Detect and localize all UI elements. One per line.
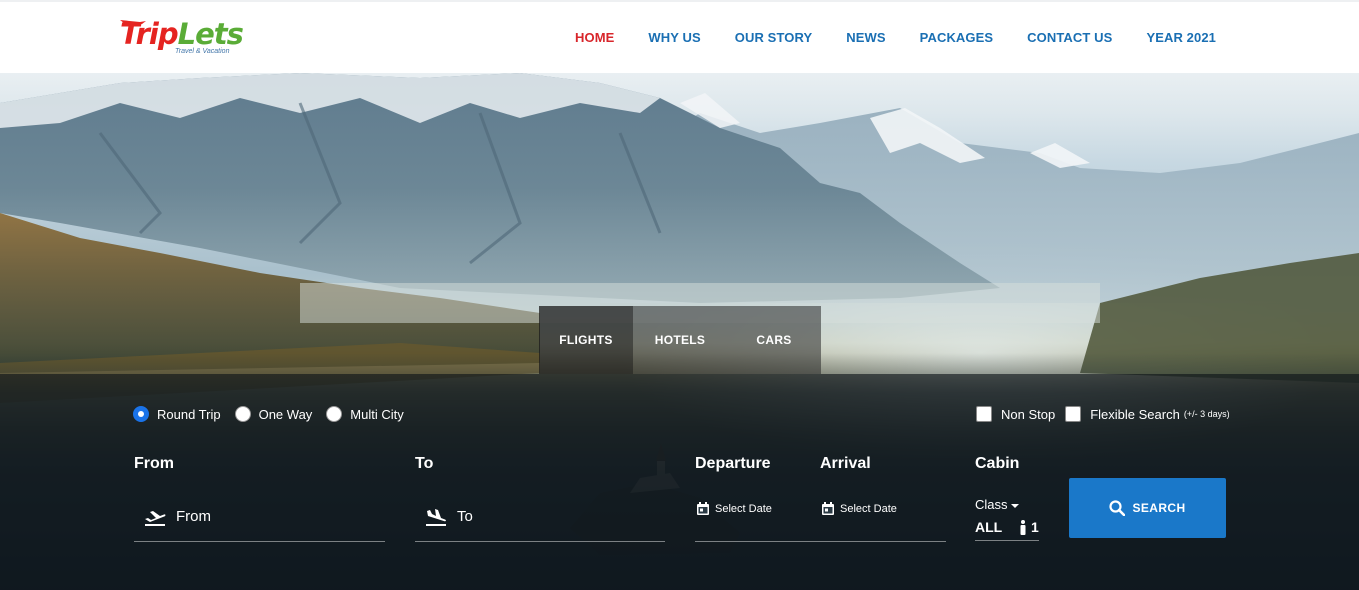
plane-takeoff-icon (145, 510, 166, 526)
logo-trip: Trip (120, 17, 179, 51)
logo-tagline: Travel & Vacation (175, 48, 230, 55)
logo-lets: Lets (177, 17, 244, 51)
nav-home[interactable]: HOME (575, 30, 614, 45)
departure-label: Departure (695, 455, 771, 472)
person-icon (1020, 520, 1026, 535)
checkbox-non-stop-control[interactable] (976, 406, 992, 422)
radio-round-trip-control[interactable] (133, 406, 149, 422)
departure-date-field[interactable]: Select Date (697, 502, 772, 515)
date-fields-underline (695, 492, 946, 542)
from-input[interactable]: From (176, 508, 211, 525)
radio-round-trip-label: Round Trip (157, 406, 221, 422)
trip-type-group: Round Trip One Way Multi City (133, 406, 418, 422)
site-header: TripLets Travel & Vacation HOME WHY US O… (0, 0, 1359, 73)
arrival-date-input[interactable]: Select Date (840, 503, 897, 515)
nav-year-2021[interactable]: YEAR 2021 (1146, 30, 1216, 45)
radio-multi-city[interactable]: Multi City (326, 406, 404, 422)
from-field[interactable]: From (134, 492, 385, 542)
calendar-icon (822, 502, 834, 515)
to-label: To (415, 455, 434, 472)
search-tabs: FLIGHTS HOTELS CARS (539, 306, 821, 374)
checkbox-flexible-control[interactable] (1065, 406, 1082, 422)
search-button-label: SEARCH (1132, 501, 1186, 515)
arrival-label: Arrival (820, 455, 871, 472)
calendar-icon (697, 502, 709, 515)
radio-multi-city-label: Multi City (350, 406, 404, 422)
nav-contact-us[interactable]: CONTACT US (1027, 30, 1112, 45)
class-value: ALL (975, 519, 1003, 535)
nav-news[interactable]: NEWS (846, 30, 885, 45)
cabin-selector[interactable]: Class ALL 1 (975, 497, 1039, 541)
tab-hotels[interactable]: HOTELS (633, 306, 727, 374)
search-button[interactable]: SEARCH (1069, 478, 1226, 538)
to-field[interactable]: To (415, 492, 665, 542)
cabin-label: Cabin (975, 455, 1020, 472)
radio-multi-city-control[interactable] (326, 406, 343, 422)
caret-down-icon (1010, 503, 1019, 508)
tab-flights[interactable]: FLIGHTS (539, 306, 633, 374)
passenger-count[interactable]: 1 (1031, 519, 1039, 535)
checkbox-non-stop-label: Non Stop (1001, 406, 1056, 422)
nav-why-us[interactable]: WHY US (648, 30, 700, 45)
radio-one-way-label: One Way (258, 406, 313, 422)
nav-packages[interactable]: PACKAGES (920, 30, 994, 45)
main-nav: HOME WHY US OUR STORY NEWS PACKAGES CONT… (541, 30, 1216, 45)
to-input[interactable]: To (457, 508, 473, 525)
filter-options: Non Stop Flexible Search (+/- 3 days) (976, 406, 1240, 422)
logo-wordmark: TripLets (120, 16, 244, 52)
class-dropdown[interactable]: Class (975, 497, 1019, 512)
nav-our-story[interactable]: OUR STORY (735, 30, 812, 45)
radio-one-way[interactable]: One Way (234, 406, 313, 422)
arrival-date-field[interactable]: Select Date (822, 502, 897, 515)
checkbox-non-stop[interactable]: Non Stop (976, 406, 1055, 422)
logo[interactable]: TripLets Travel & Vacation (120, 16, 244, 60)
from-label: From (134, 455, 174, 472)
departure-date-input[interactable]: Select Date (715, 503, 772, 515)
tab-cars[interactable]: CARS (727, 306, 821, 374)
flexible-note: (+/- 3 days) (1183, 409, 1230, 419)
radio-one-way-control[interactable] (234, 406, 251, 422)
checkbox-flexible-search[interactable]: Flexible Search (+/- 3 days) (1065, 406, 1230, 422)
plane-landing-icon (426, 508, 446, 526)
class-label: Class (975, 497, 1008, 512)
search-icon (1109, 500, 1126, 516)
radio-round-trip[interactable]: Round Trip (133, 406, 221, 422)
checkbox-flexible-label: Flexible Search (1090, 406, 1180, 422)
